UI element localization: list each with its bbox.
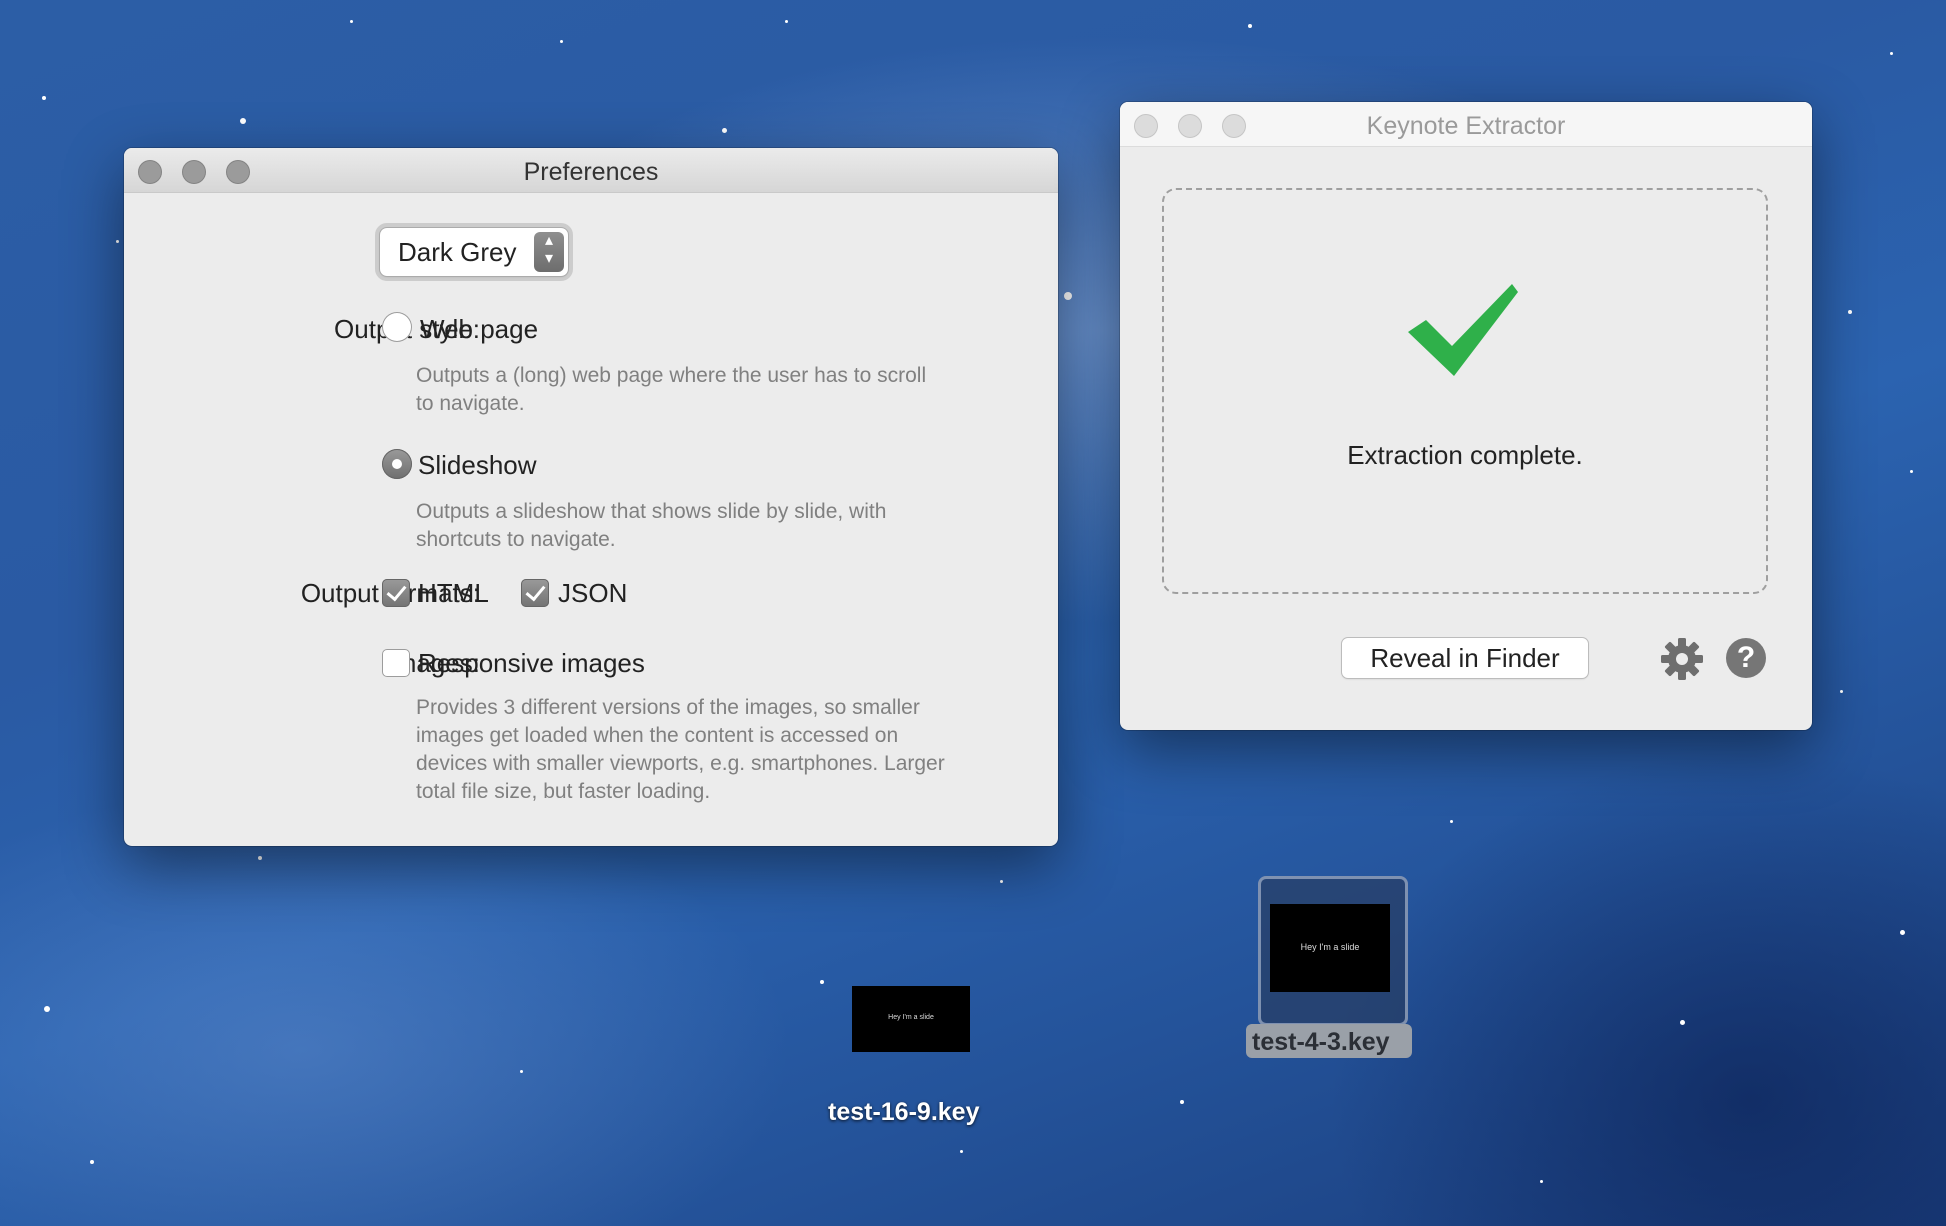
slideshow-description-line: shortcuts to navigate. bbox=[416, 528, 616, 551]
responsive-images-description: Provides 3 different versions of the ima… bbox=[416, 694, 945, 806]
responsive-description-line: total file size, but faster loading. bbox=[416, 780, 711, 803]
responsive-description-line: devices with smaller viewports, e.g. sma… bbox=[416, 752, 945, 775]
extractor-titlebar[interactable]: Keynote Extractor bbox=[1120, 102, 1812, 147]
theme-popup[interactable]: Dark Grey ▴ ▾ bbox=[375, 223, 573, 281]
web-page-description: Outputs a (long) web page where the user… bbox=[416, 362, 926, 418]
thumbnail-text: Hey I'm a slide bbox=[888, 1014, 934, 1021]
preferences-titlebar[interactable]: Preferences bbox=[124, 148, 1058, 193]
file-name-label[interactable]: test-4-3.key bbox=[1252, 1028, 1390, 1057]
responsive-description-line: Provides 3 different versions of the ima… bbox=[416, 696, 920, 719]
checkmark-icon bbox=[1408, 284, 1518, 376]
slideshow-radio[interactable] bbox=[382, 449, 412, 479]
web-page-label[interactable]: Web page bbox=[420, 314, 538, 345]
slideshow-description: Outputs a slideshow that shows slide by … bbox=[416, 498, 886, 554]
json-label[interactable]: JSON bbox=[558, 578, 627, 609]
file-name-label[interactable]: test-16-9.key bbox=[828, 1098, 979, 1127]
file-thumbnail[interactable]: Hey I'm a slide bbox=[1270, 904, 1390, 992]
web-page-description-line: to navigate. bbox=[416, 392, 525, 415]
slideshow-description-line: Outputs a slideshow that shows slide by … bbox=[416, 500, 887, 523]
slideshow-label[interactable]: Slideshow bbox=[418, 450, 537, 481]
web-page-description-line: Outputs a (long) web page where the user… bbox=[416, 364, 927, 387]
theme-value: Dark Grey bbox=[398, 237, 517, 267]
preferences-window: Preferences Theme: Dark Grey ▴▾ Output s… bbox=[124, 148, 1058, 846]
status-message: Extraction complete. bbox=[1347, 440, 1583, 470]
responsive-images-checkbox[interactable] bbox=[382, 649, 410, 677]
thumbnail-text: Hey I'm a slide bbox=[1300, 942, 1360, 952]
responsive-images-label[interactable]: Responsive images bbox=[418, 648, 645, 679]
json-checkbox[interactable] bbox=[521, 579, 549, 607]
reveal-in-finder-button[interactable]: Reveal in Finder bbox=[1342, 638, 1588, 678]
file-thumbnail[interactable]: Hey I'm a slide bbox=[852, 986, 970, 1052]
drop-zone[interactable]: Extraction complete. bbox=[1162, 188, 1768, 594]
web-page-radio[interactable] bbox=[382, 312, 412, 342]
window-title: Keynote Extractor bbox=[1366, 112, 1566, 140]
question-mark-icon[interactable]: ? bbox=[1726, 638, 1766, 678]
window-title: Preferences bbox=[523, 158, 659, 186]
keynote-extractor-window: Keynote Extractor Extraction complete. R… bbox=[1120, 102, 1812, 730]
html-checkbox[interactable] bbox=[382, 579, 410, 607]
responsive-description-line: images get loaded when the content is ac… bbox=[416, 724, 899, 747]
html-label[interactable]: HTML bbox=[418, 578, 489, 609]
gear-icon[interactable] bbox=[1660, 637, 1704, 681]
popup-arrows-icon: ▴ ▾ bbox=[534, 232, 564, 272]
